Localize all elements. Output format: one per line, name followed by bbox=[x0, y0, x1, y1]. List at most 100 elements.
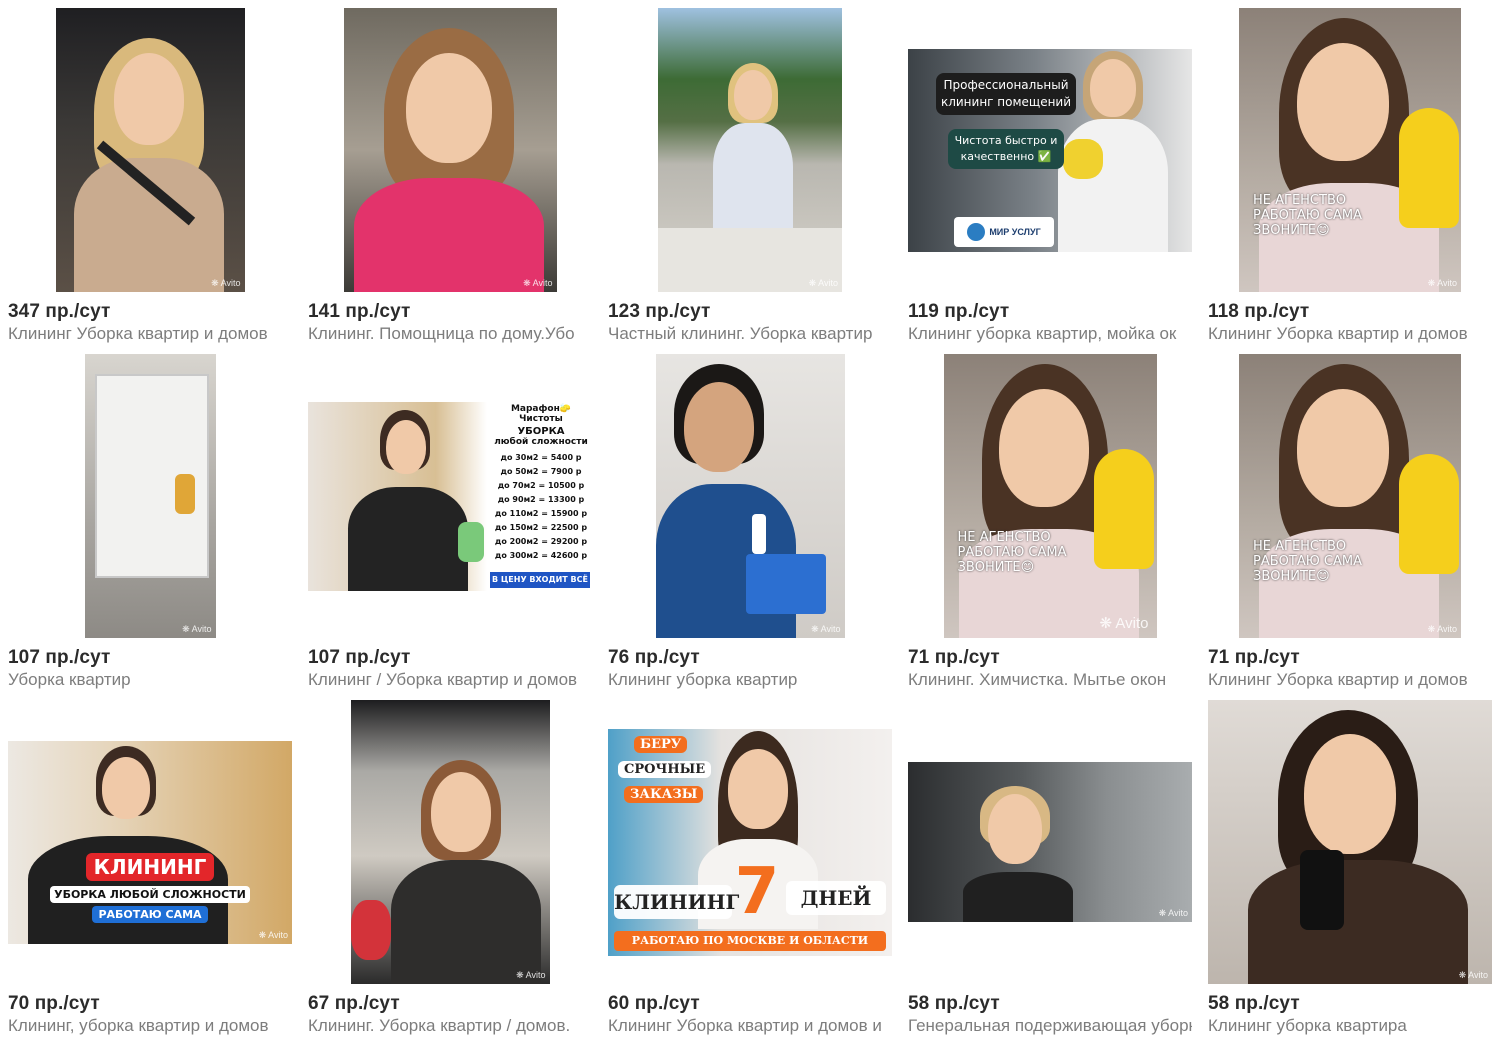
listing-title[interactable]: Клининг уборка квартир, мойка ок bbox=[908, 324, 1192, 344]
listing-card[interactable]: Avito 58 пр./сут Клининг уборка квартира bbox=[1208, 692, 1498, 1038]
listing-title[interactable]: Клининг Уборка квартир и домов и bbox=[608, 1016, 892, 1036]
overlay-text: ДНЕЙ bbox=[786, 880, 886, 915]
watermark-label: Avito bbox=[1159, 908, 1188, 919]
listing-card[interactable]: КЛИНИНГ УБОРКА ЛЮБОЙ СЛОЖНОСТИ РАБОТАЮ С… bbox=[8, 692, 298, 1038]
listing-photo[interactable]: Avito bbox=[84, 354, 216, 638]
watermark-label: Avito bbox=[1428, 624, 1457, 635]
overlay-text: Марафон🧽Чистоты bbox=[510, 403, 572, 424]
overlay-text: РАБОТАЮ САМА bbox=[1253, 208, 1362, 223]
overlay-text: РАБОТАЮ САМА bbox=[92, 905, 208, 923]
overlay-text: Чистота быстро и bbox=[954, 133, 1058, 147]
listing-card[interactable]: Профессиональный клининг помещений Чисто… bbox=[908, 0, 1198, 346]
listing-image-frame: НЕ АГЕНСТВО РАБОТАЮ САМА ЗВОНИТЕ😊 Avito bbox=[1208, 354, 1492, 638]
listing-price: 71 пр./сут bbox=[908, 647, 1000, 668]
listing-title[interactable]: Клининг, уборка квартир и домов bbox=[8, 1016, 292, 1036]
listing-photo[interactable]: Марафон🧽Чистоты УБОРКА любой сложности д… bbox=[308, 401, 592, 591]
listing-photo[interactable]: Avito bbox=[55, 8, 245, 292]
listing-title[interactable]: Клининг / Уборка квартир и домов bbox=[308, 670, 592, 690]
listing-card[interactable]: Avito 107 пр./сут Уборка квартир bbox=[8, 346, 298, 692]
overlay-text: ЗВОНИТЕ😊 bbox=[1253, 223, 1330, 238]
price-row: до 30м2 = 5400 р bbox=[500, 452, 582, 462]
listing-image-frame: БЕРУ СРОЧНЫЕ ЗАКАЗЫ КЛИНИНГ 7 ДНЕЙ РАБОТ… bbox=[608, 700, 892, 984]
watermark-label: Avito bbox=[516, 970, 546, 981]
listing-price: 71 пр./сут bbox=[1208, 647, 1300, 668]
overlay-text: любой сложности bbox=[494, 436, 588, 447]
listing-title[interactable]: Клининг. Химчистка. Мытье окон bbox=[908, 670, 1192, 690]
watermark-label: Avito bbox=[811, 624, 841, 635]
listing-photo[interactable]: Avito bbox=[343, 8, 557, 292]
overlay-text: СРОЧНЫЕ bbox=[618, 760, 712, 778]
listing-title[interactable]: Клининг уборка квартира bbox=[1208, 1016, 1492, 1036]
listing-card[interactable]: Avito 58 пр./сут Генеральная подерживающ… bbox=[908, 692, 1198, 1038]
price-row: до 110м2 = 15900 р bbox=[494, 508, 588, 518]
price-row: до 50м2 = 7900 р bbox=[500, 466, 582, 476]
listing-photo[interactable]: КЛИНИНГ УБОРКА ЛЮБОЙ СЛОЖНОСТИ РАБОТАЮ С… bbox=[8, 740, 292, 944]
listing-card[interactable]: Avito 123 пр./сут Частный клининг. Уборк… bbox=[608, 0, 898, 346]
overlay-text: КЛИНИНГ bbox=[85, 852, 215, 881]
overlay-text: НЕ АГЕНСТВО bbox=[957, 530, 1051, 545]
listing-price: 76 пр./сут bbox=[608, 647, 700, 668]
listing-card[interactable]: НЕ АГЕНСТВО РАБОТАЮ САМА ЗВОНИТЕ😊 Avito … bbox=[1208, 0, 1498, 346]
listing-image-frame: Avito bbox=[908, 700, 1192, 984]
listing-card[interactable]: Avito 76 пр./сут Клининг уборка квартир bbox=[608, 346, 898, 692]
overlay-text: клининг помещений bbox=[940, 94, 1072, 109]
listing-title[interactable]: Клининг Уборка квартир и домов bbox=[8, 324, 292, 344]
listing-photo[interactable]: НЕ АГЕНСТВО РАБОТАЮ САМА ЗВОНИТЕ😊 Avito bbox=[943, 354, 1157, 638]
listing-price: 119 пр./сут bbox=[908, 301, 1010, 322]
listing-image-frame: Avito bbox=[8, 354, 292, 638]
overlay-text: УБОРКА bbox=[517, 425, 565, 437]
overlay-text: ЗВОНИТЕ😊 bbox=[957, 560, 1035, 575]
listing-card[interactable]: Avito 347 пр./сут Клининг Уборка квартир… bbox=[8, 0, 298, 346]
listing-photo[interactable]: НЕ АГЕНСТВО РАБОТАЮ САМА ЗВОНИТЕ😊 Avito bbox=[1239, 354, 1461, 638]
listing-price: 141 пр./сут bbox=[308, 301, 411, 322]
listing-image-frame: Avito bbox=[308, 8, 592, 292]
overlay-text: РАБОТАЮ ПО МОСКВЕ И ОБЛАСТИ bbox=[614, 930, 886, 951]
listing-photo[interactable]: Avito bbox=[350, 700, 550, 984]
listing-price: 347 пр./сут bbox=[8, 301, 111, 322]
listing-photo[interactable]: Avito bbox=[658, 8, 842, 292]
listing-price: 60 пр./сут bbox=[608, 993, 700, 1014]
listing-title[interactable]: Генеральная подерживающая уборк bbox=[908, 1016, 1192, 1036]
overlay-text: УБОРКА ЛЮБОЙ СЛОЖНОСТИ bbox=[50, 885, 250, 903]
listing-photo[interactable]: Avito bbox=[655, 354, 845, 638]
listing-photo[interactable]: БЕРУ СРОЧНЫЕ ЗАКАЗЫ КЛИНИНГ 7 ДНЕЙ РАБОТ… bbox=[608, 728, 892, 956]
globe-icon bbox=[967, 222, 986, 241]
listing-grid: Avito 347 пр./сут Клининг Уборка квартир… bbox=[8, 0, 1500, 1038]
listing-photo[interactable]: НЕ АГЕНСТВО РАБОТАЮ САМА ЗВОНИТЕ😊 Avito bbox=[1239, 8, 1461, 292]
watermark-label: Avito bbox=[1100, 614, 1148, 632]
listing-photo[interactable]: Avito bbox=[908, 762, 1192, 922]
listing-card[interactable]: Avito 67 пр./сут Клининг. Уборка квартир… bbox=[308, 692, 598, 1038]
listing-title[interactable]: Клининг. Помощница по дому.Убо bbox=[308, 324, 592, 344]
listing-title[interactable]: Клининг уборка квартир bbox=[608, 670, 892, 690]
listing-title[interactable]: Уборка квартир bbox=[8, 670, 292, 690]
listing-card[interactable]: Марафон🧽Чистоты УБОРКА любой сложности д… bbox=[308, 346, 598, 692]
price-row: до 300м2 = 42600 р bbox=[494, 550, 588, 560]
listing-card[interactable]: НЕ АГЕНСТВО РАБОТАЮ САМА ЗВОНИТЕ😊 Avito … bbox=[908, 346, 1198, 692]
listing-photo[interactable]: Avito bbox=[1208, 700, 1492, 984]
listing-image-frame: Марафон🧽Чистоты УБОРКА любой сложности д… bbox=[308, 354, 592, 638]
listing-card[interactable]: Avito 141 пр./сут Клининг. Помощница по … bbox=[308, 0, 598, 346]
listing-title[interactable]: Клининг. Уборка квартир / домов. bbox=[308, 1016, 592, 1036]
listing-title[interactable]: Клининг Уборка квартир и домов bbox=[1208, 324, 1492, 344]
listing-image-frame: Avito bbox=[608, 8, 892, 292]
listing-card[interactable]: БЕРУ СРОЧНЫЕ ЗАКАЗЫ КЛИНИНГ 7 ДНЕЙ РАБОТ… bbox=[608, 692, 898, 1038]
listing-title[interactable]: Частный клининг. Уборка квартир bbox=[608, 324, 892, 344]
listing-image-frame: НЕ АГЕНСТВО РАБОТАЮ САМА ЗВОНИТЕ😊 Avito bbox=[908, 354, 1192, 638]
listing-image-frame: НЕ АГЕНСТВО РАБОТАЮ САМА ЗВОНИТЕ😊 Avito bbox=[1208, 8, 1492, 292]
overlay-text: 7 bbox=[734, 854, 780, 929]
watermark-label: Avito bbox=[1459, 970, 1488, 981]
listing-photo[interactable]: Профессиональный клининг помещений Чисто… bbox=[908, 48, 1192, 252]
listing-card[interactable]: НЕ АГЕНСТВО РАБОТАЮ САМА ЗВОНИТЕ😊 Avito … bbox=[1208, 346, 1498, 692]
overlay-text: РАБОТАЮ САМА bbox=[1253, 554, 1362, 569]
watermark-label: Avito bbox=[211, 278, 241, 289]
listing-price: 123 пр./сут bbox=[608, 301, 711, 322]
price-row: до 90м2 = 13300 р bbox=[497, 494, 585, 504]
watermark-label: Avito bbox=[809, 278, 838, 289]
overlay-text: НЕ АГЕНСТВО bbox=[1253, 193, 1347, 208]
watermark-label: Avito bbox=[259, 930, 288, 941]
listing-title[interactable]: Клининг Уборка квартир и домов bbox=[1208, 670, 1492, 690]
watermark-label: Avito bbox=[182, 624, 212, 635]
listing-price: 58 пр./сут bbox=[908, 993, 1000, 1014]
listing-price: 107 пр./сут bbox=[308, 647, 411, 668]
overlay-text: КЛИНИНГ bbox=[614, 884, 739, 919]
